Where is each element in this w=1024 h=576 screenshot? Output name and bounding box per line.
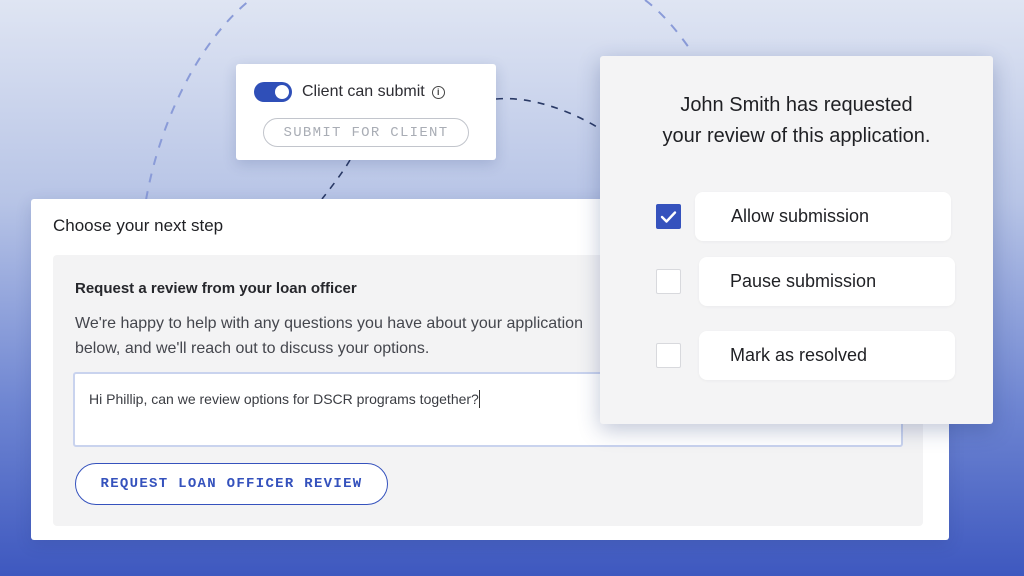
panel-heading: Request a review from your loan officer — [75, 280, 357, 297]
mark-resolved-option[interactable]: Mark as resolved — [699, 331, 955, 380]
option-allow-submission[interactable] — [656, 204, 681, 229]
allow-submission-label: Allow submission — [731, 206, 870, 226]
submit-for-client-button[interactable]: SUBMIT FOR CLIENT — [263, 118, 469, 147]
review-request-title: John Smith has requested your review of … — [600, 90, 993, 152]
review-request-card: John Smith has requested your review of … — [600, 56, 993, 424]
card-title: Choose your next step — [53, 216, 224, 235]
client-submit-row: Client can submit i — [254, 81, 445, 103]
client-can-submit-toggle[interactable] — [254, 82, 292, 102]
panel-description-line-2: below, and we'll reach out to discuss yo… — [75, 340, 430, 357]
mark-resolved-label: Mark as resolved — [730, 345, 868, 365]
review-title-line-1: John Smith has requested — [680, 94, 913, 116]
request-loan-officer-review-button[interactable]: REQUEST LOAN OFFICER REVIEW — [75, 463, 388, 505]
panel-description: We're happy to help with any questions y… — [75, 311, 615, 361]
pause-submission-checkbox[interactable] — [656, 269, 681, 294]
client-can-submit-label: Client can submit — [302, 83, 425, 100]
toggle-knob — [275, 85, 289, 99]
mark-resolved-checkbox[interactable] — [656, 343, 681, 368]
review-title-line-2: your review of this application. — [662, 125, 931, 147]
client-submit-card: Client can submit i SUBMIT FOR CLIENT — [236, 64, 496, 160]
option-mark-resolved[interactable] — [656, 343, 681, 368]
check-icon — [660, 210, 677, 223]
pause-submission-option[interactable]: Pause submission — [699, 257, 955, 306]
info-icon[interactable]: i — [431, 85, 445, 99]
panel-description-line-1: We're happy to help with any questions y… — [75, 315, 583, 332]
text-caret — [478, 390, 480, 408]
allow-submission-option[interactable]: Allow submission — [695, 192, 951, 241]
review-message-text: Hi Phillip, can we review options for DS… — [89, 391, 479, 407]
option-pause-submission[interactable] — [656, 269, 681, 294]
allow-submission-checkbox[interactable] — [656, 204, 681, 229]
pause-submission-label: Pause submission — [730, 271, 877, 291]
